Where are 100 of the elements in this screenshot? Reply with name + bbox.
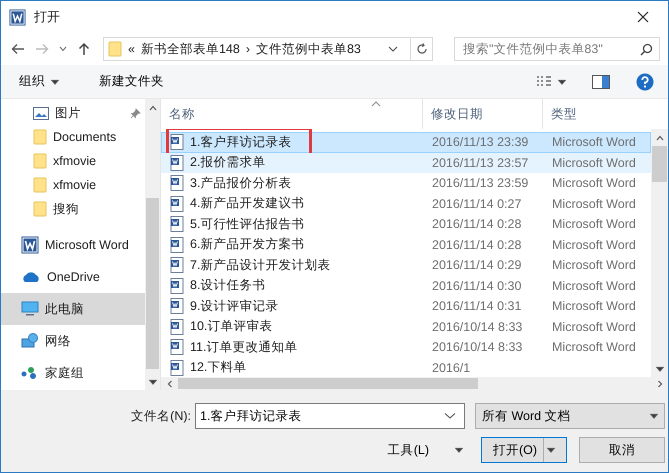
file-row[interactable]: 3.产品报价分析表 2016/11/13 23:59 Microsoft Word [161,173,651,194]
sidebar-item[interactable]: xfmovie [1,173,145,197]
sidebar-item[interactable]: 图片 [1,101,145,125]
file-row[interactable]: 6.新产品开发方案书 2016/11/14 0:28 Microsoft Word [161,234,651,255]
document-icon [170,196,185,212]
up-arrow-icon [78,42,90,56]
cancel-button[interactable]: 取消 [579,437,665,463]
scrollbar[interactable] [161,377,668,390]
caret-icon [51,78,59,86]
file-name: 9.设计评审记录 [190,298,278,315]
column-header[interactable]: 名称 [161,99,423,129]
file-row[interactable]: 11.订单更改通知单 2016/10/14 8:33 Microsoft Word [161,337,651,358]
close-icon [637,11,649,23]
network-icon [21,333,39,349]
file-name: 8.设计任务书 [190,277,266,294]
file-name: 2.报价需求单 [190,154,266,172]
file-type: Microsoft Word [551,196,637,211]
file-row[interactable]: 12.下料单 2016/1 [161,358,651,377]
file-type: Microsoft Word [551,278,637,293]
chevron-icon [59,46,67,52]
file-name: 4.新产品开发建议书 [190,195,304,212]
folder-icon [33,129,47,145]
search-field[interactable]: 搜索"文件范例中表单83" [454,37,660,61]
scrollbar-thumb[interactable] [178,378,478,389]
document-icon [170,257,185,274]
file-type: Microsoft Word [551,258,637,272]
document-icon [170,175,185,192]
file-row[interactable]: 5.可行性评估报告书 2016/11/14 0:28 Microsoft Word [161,214,651,234]
file-row[interactable]: 7.新产品设计开发计划表 2016/11/14 0:29 Microsoft Word [161,255,651,276]
sidebar-item[interactable]: 搜狗 [1,197,145,221]
list-view-icon [536,75,552,88]
file-name: 5.可行性评估报告书 [190,216,304,233]
chevron-icon [650,412,658,420]
file-type-dropdown[interactable]: 所有 Word 文档 [475,403,665,429]
caret-icon [455,446,463,454]
scrollbar[interactable] [145,99,160,390]
sidebar-item[interactable]: 网络 [1,325,145,357]
file-name: 6.新产品开发方案书 [190,236,304,254]
document-icon [170,216,185,232]
document-icon [170,298,185,314]
breadcrumb[interactable]: 文件范例中表单83 [256,40,361,58]
column-header[interactable]: 类型 [543,99,651,129]
scrollbar-thumb[interactable] [652,146,667,182]
tools-menu[interactable]: 工具(L) [382,440,469,460]
modified-date: 2016/11/14 0:27 [431,196,522,211]
caret-icon [656,134,664,142]
breadcrumb-separator: › [246,42,250,56]
address-bar[interactable]: « 新书全部表单148 › 文件范例中表单83 [103,37,433,61]
sidebar-item[interactable]: Microsoft Word [1,229,145,261]
sidebar-item[interactable]: 家庭组 [1,357,145,389]
sidebar-item[interactable]: 此电脑 [1,293,145,325]
refresh-icon [416,43,428,55]
word-app-icon [9,8,26,26]
breadcrumb[interactable]: 新书全部表单148 [140,40,240,58]
modified-date: 2016/11/14 0:28 [431,238,522,252]
organize-menu[interactable]: 组织 [13,71,65,92]
window-title: 打开 [34,8,61,26]
file-type: Microsoft Word [551,320,637,334]
scrollbar-thumb[interactable] [146,198,159,369]
folder-icon [33,201,47,217]
new-folder-button[interactable]: 新建文件夹 [93,71,170,92]
forward-arrow-icon [35,43,49,55]
file-type: Microsoft Word [551,238,637,252]
file-row[interactable]: 1.客户拜访记录表 2016/11/13 23:39 Microsoft Word [161,132,651,152]
document-icon [170,278,185,294]
help-icon [636,72,654,90]
column-header[interactable]: 修改日期 [423,99,543,129]
document-icon [170,134,185,150]
modified-date: 2016/11/13 23:39 [431,135,530,150]
document-icon [170,154,185,171]
pictures-icon [33,106,49,120]
folder-icon [33,177,47,193]
chevron-icon [656,364,664,372]
caret-icon [166,380,174,388]
sidebar-item[interactable]: xfmovie [1,149,145,173]
sidebar-item[interactable]: Documents [1,125,145,149]
back-arrow-icon [11,43,25,55]
file-row[interactable]: 10.订单评审表 2016/10/14 8:33 Microsoft Word [161,316,651,337]
filename-label: 文件名(N): [131,408,191,424]
overflow-chevron[interactable]: « [128,42,135,56]
caret-icon [547,446,556,454]
file-name: 7.新产品设计开发计划表 [190,256,330,274]
chevron-icon [148,378,156,386]
modified-date: 2016/10/14 8:33 [431,320,524,334]
scrollbar[interactable] [651,129,668,377]
open-button[interactable]: 打开(O) [481,437,567,463]
caret-icon [148,104,156,112]
file-row[interactable]: 4.新产品开发建议书 2016/11/14 0:27 Microsoft Word [161,194,651,214]
file-row[interactable]: 9.设计评审记录 2016/11/14 0:31 Microsoft Word [161,296,651,316]
word-app-icon [21,236,39,254]
file-type: Microsoft Word [551,299,637,314]
file-row[interactable]: 8.设计任务书 2016/11/14 0:30 Microsoft Word [161,276,651,296]
document-icon [170,236,185,253]
sidebar-item[interactable]: OneDrive [1,261,145,293]
file-name: 1.客户拜访记录表 [190,134,292,151]
file-type: Microsoft Word [551,135,637,150]
preview-pane-icon [592,74,610,88]
file-type: Microsoft Word [551,156,637,170]
modified-date: 2016/11/13 23:57 [431,156,530,170]
file-row[interactable]: 2.报价需求单 2016/11/13 23:57 Microsoft Word [161,152,651,173]
